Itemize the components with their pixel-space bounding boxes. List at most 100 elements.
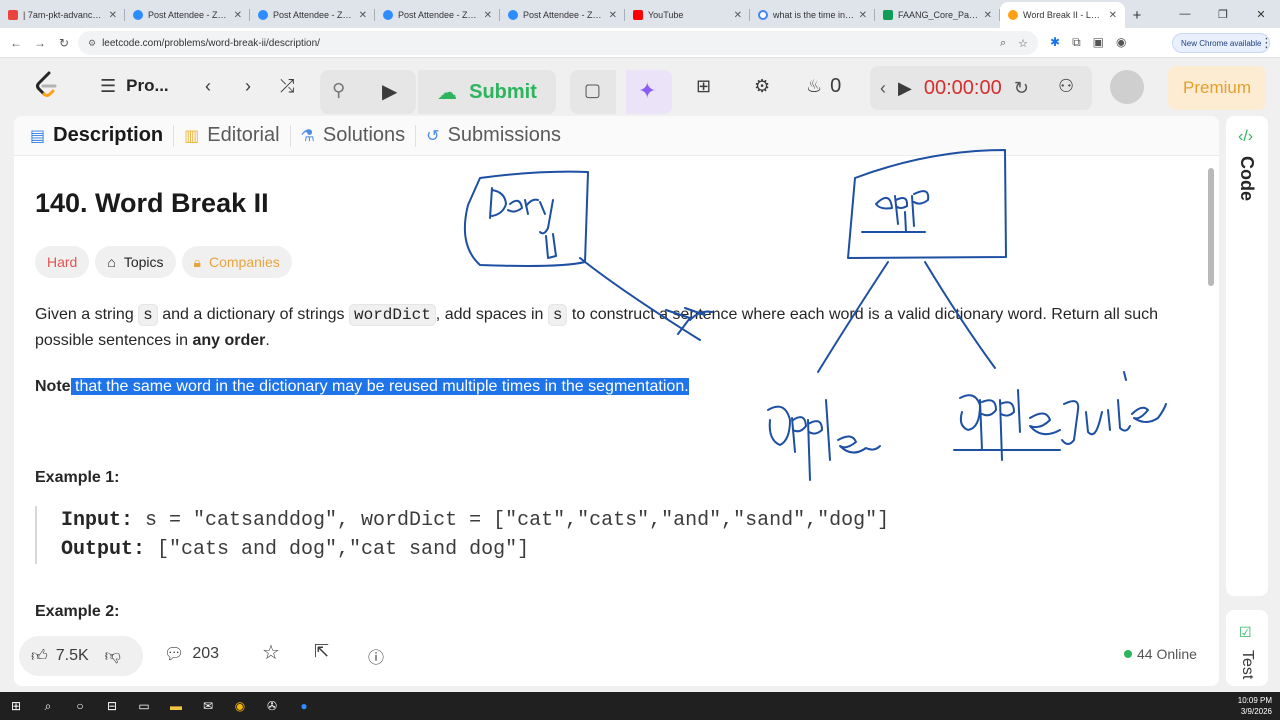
browser-tab-strip: | 7am-pkt-advanced- ✕ Post Attendee - Zoo… [0,0,1280,28]
extensions-puzzle-icon[interactable]: ⧉ [1072,35,1081,50]
browser-tab-title: Post Attendee - Zoom [273,10,355,20]
layout-icon[interactable]: ⊞ [696,58,711,114]
browser-tab[interactable]: Post Attendee - Zoom ✕ [375,2,500,28]
youtube-icon [633,10,643,20]
browser-tab[interactable]: what is the time in Pa ✕ [750,2,875,28]
mail-icon[interactable]: ✉ [192,692,224,720]
premium-button[interactable]: Premium [1168,66,1266,110]
browser-tab-title: Word Break II - LeetC [1023,10,1105,20]
note-button[interactable]: ▢ [570,70,616,114]
invite-user-icon[interactable]: ⚇ [1058,58,1074,114]
forward-icon[interactable]: → [28,36,52,50]
leetcode-logo-icon[interactable] [32,70,60,100]
browser-tab[interactable]: Post Attendee - Zoom ✕ [125,2,250,28]
new-chrome-available-button[interactable]: New Chrome available [1172,33,1271,53]
close-icon[interactable]: ✕ [234,10,242,21]
zoom-icon [133,10,143,20]
url-field[interactable]: ⚙ leetcode.com/problems/word-break-ii/de… [78,31,1038,55]
bookmark-star-icon[interactable]: ☆ [1018,37,1028,50]
tab-description[interactable]: ▤ Description [30,124,175,147]
input-value: s = "catsanddog", wordDict = ["cat","cat… [133,509,890,532]
close-window-icon[interactable]: ✕ [1242,8,1280,21]
difficulty-badge: Hard [35,246,90,278]
chevron-left-icon[interactable]: ‹ [880,78,886,99]
clock-date: 3/9/2026 [1240,707,1272,716]
sheets-icon [883,10,893,20]
submit-button[interactable]: ☁ Submit [416,70,556,114]
run-controls: ⚲ ▶ [320,70,416,114]
zoom-app-icon[interactable]: ● [288,692,320,720]
minimize-icon[interactable]: — [1166,8,1204,20]
next-problem-icon[interactable]: › [245,58,251,114]
site-info-icon[interactable]: ⚙ [88,38,96,49]
terminal-icon[interactable]: ▭ [128,692,160,720]
browser-tab[interactable]: Post Attendee - Zoom ✕ [500,2,625,28]
help-icon[interactable]: ⓘ [368,644,384,668]
widgets-icon[interactable]: ⊟ [96,692,128,720]
ai-assistant-button[interactable]: ✦ [626,70,672,114]
windows-start-icon[interactable]: ⊞ [0,692,32,720]
taskbar-clock[interactable]: 10:09 PM 3/9/2026 [1238,695,1272,717]
tab-submissions[interactable]: ↺ Submissions [426,124,571,147]
lock-icon: 🔒︎ [193,253,201,270]
reset-timer-icon[interactable]: ↻ [1014,78,1029,99]
file-explorer-icon[interactable]: ▬ [160,692,192,720]
task-view-icon[interactable]: ○ [64,692,96,720]
thumbs-down-icon[interactable]: 👎︎ [105,647,121,666]
browser-tab[interactable]: FAANG_Core_Patterns ✕ [875,2,1000,28]
run-icon[interactable]: ▶ [382,79,397,104]
problem-list-button[interactable]: ☰ Pro... [100,58,169,114]
prev-problem-icon[interactable]: ‹ [205,58,211,114]
testcase-panel-collapsed[interactable]: ☑ Test [1226,610,1268,686]
extension-icon[interactable]: ✱ [1050,35,1060,50]
browser-tab-active[interactable]: Word Break II - LeetC ✕ [1000,2,1125,28]
debug-icon[interactable]: ⚲ [332,80,345,101]
new-tab-button[interactable]: + [1125,2,1149,28]
tab-search-icon[interactable]: ▣ [1093,35,1104,50]
close-icon[interactable]: ✕ [609,10,617,21]
thumbs-up-icon[interactable]: 👍︎ [31,647,48,666]
chrome-icon[interactable]: ◉ [224,692,256,720]
browser-tab[interactable]: | 7am-pkt-advanced- ✕ [0,2,125,28]
close-icon[interactable]: ✕ [984,10,992,21]
inline-code: s [138,304,158,326]
search-icon[interactable]: ⌕ [32,692,64,720]
shuffle-icon[interactable]: ⤮ [280,58,294,114]
page-title[interactable]: 140. Word Break II [35,188,269,219]
restore-icon[interactable]: ❐ [1204,8,1242,21]
play-timer-icon[interactable]: ▶ [898,78,912,99]
kebab-menu-icon[interactable]: ⋮ [1260,35,1273,51]
desc-text: Given a string [35,306,139,323]
app-icon[interactable]: ✇ [256,692,288,720]
extensions-area: ✱ ⧉ ▣ ◉ [1050,35,1126,50]
submit-label: Submit [469,80,537,103]
scrollbar-thumb[interactable] [1208,168,1214,286]
like-count: 7.5K [55,647,89,664]
profile-icon[interactable]: ◉ [1116,35,1126,50]
star-icon[interactable]: ☆ [262,640,280,665]
tab-solutions[interactable]: ⚗ Solutions [301,124,417,147]
comments-button[interactable]: 💬︎ 203 [164,644,219,664]
streak-counter[interactable]: ♨ 0 [806,58,841,114]
companies-button[interactable]: 🔒︎ Companies [181,246,292,278]
back-icon[interactable]: ← [4,36,28,50]
close-icon[interactable]: ✕ [359,10,367,21]
settings-gear-icon[interactable]: ⚙ [754,58,770,114]
close-icon[interactable]: ✕ [1109,10,1117,21]
reload-icon[interactable]: ↻ [52,36,76,50]
zoom-lens-icon[interactable]: ⌕ [1000,37,1006,50]
problem-note: Note that the same word in the dictionar… [35,374,689,399]
close-icon[interactable]: ✕ [734,10,742,21]
topics-button[interactable]: ⌂ Topics [95,246,176,278]
code-icon: ‹/› [1238,128,1254,145]
browser-tab[interactable]: YouTube ✕ [625,2,750,28]
avatar[interactable] [1110,70,1144,104]
close-icon[interactable]: ✕ [484,10,492,21]
close-icon[interactable]: ✕ [109,10,117,21]
code-panel-collapsed[interactable]: ‹/› Code [1226,116,1268,596]
browser-tab[interactable]: Post Attendee - Zoom ✕ [250,2,375,28]
tab-editorial[interactable]: ▥ Editorial [184,124,291,147]
check-square-icon: ☑ [1239,624,1252,640]
close-icon[interactable]: ✕ [859,10,867,21]
share-icon[interactable]: ⇱ [314,641,329,662]
